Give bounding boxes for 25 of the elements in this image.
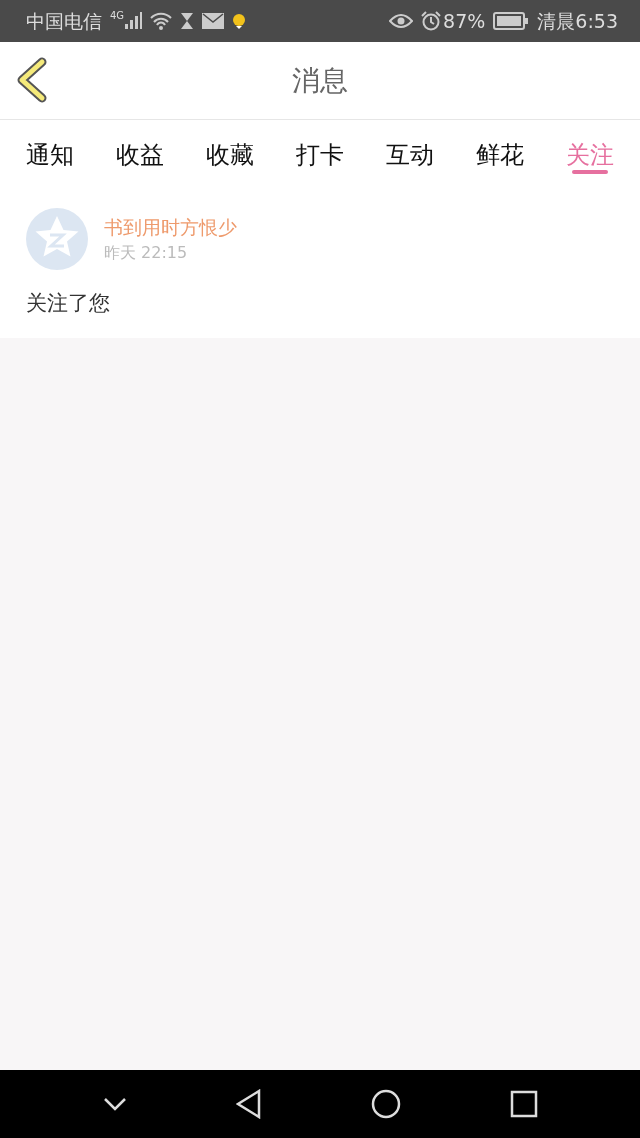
message-time: 昨天 22:15 (104, 242, 189, 265)
tab[interactable]: 打卡 (284, 120, 356, 180)
network-type: 4G (110, 9, 125, 23)
signal-icon (124, 12, 143, 30)
tab[interactable]: 收藏 (194, 120, 266, 180)
clock-time: 清晨6:53 (537, 8, 618, 34)
battery-level: 87% (443, 8, 486, 34)
tab[interactable]: 收益 (104, 120, 176, 180)
tab[interactable]: 互动 (374, 120, 446, 180)
wifi-icon (150, 12, 173, 30)
hourglass-icon (180, 12, 195, 30)
recents-icon[interactable] (509, 1090, 538, 1118)
battery-icon (493, 12, 530, 30)
page-title: 消息 (292, 62, 348, 99)
back-icon[interactable] (235, 1089, 262, 1119)
message-text: 关注了您 (26, 290, 111, 317)
alarm-icon (421, 11, 442, 31)
carrier-name: 中国电信 (26, 8, 102, 34)
mail-icon (202, 13, 225, 29)
tab[interactable]: 通知 (14, 120, 86, 180)
notification-icon (232, 13, 247, 29)
chevron-down-icon[interactable] (102, 1097, 127, 1111)
tab[interactable]: 鲜花 (464, 120, 536, 180)
home-icon[interactable] (370, 1089, 401, 1119)
eye-icon (389, 13, 414, 29)
